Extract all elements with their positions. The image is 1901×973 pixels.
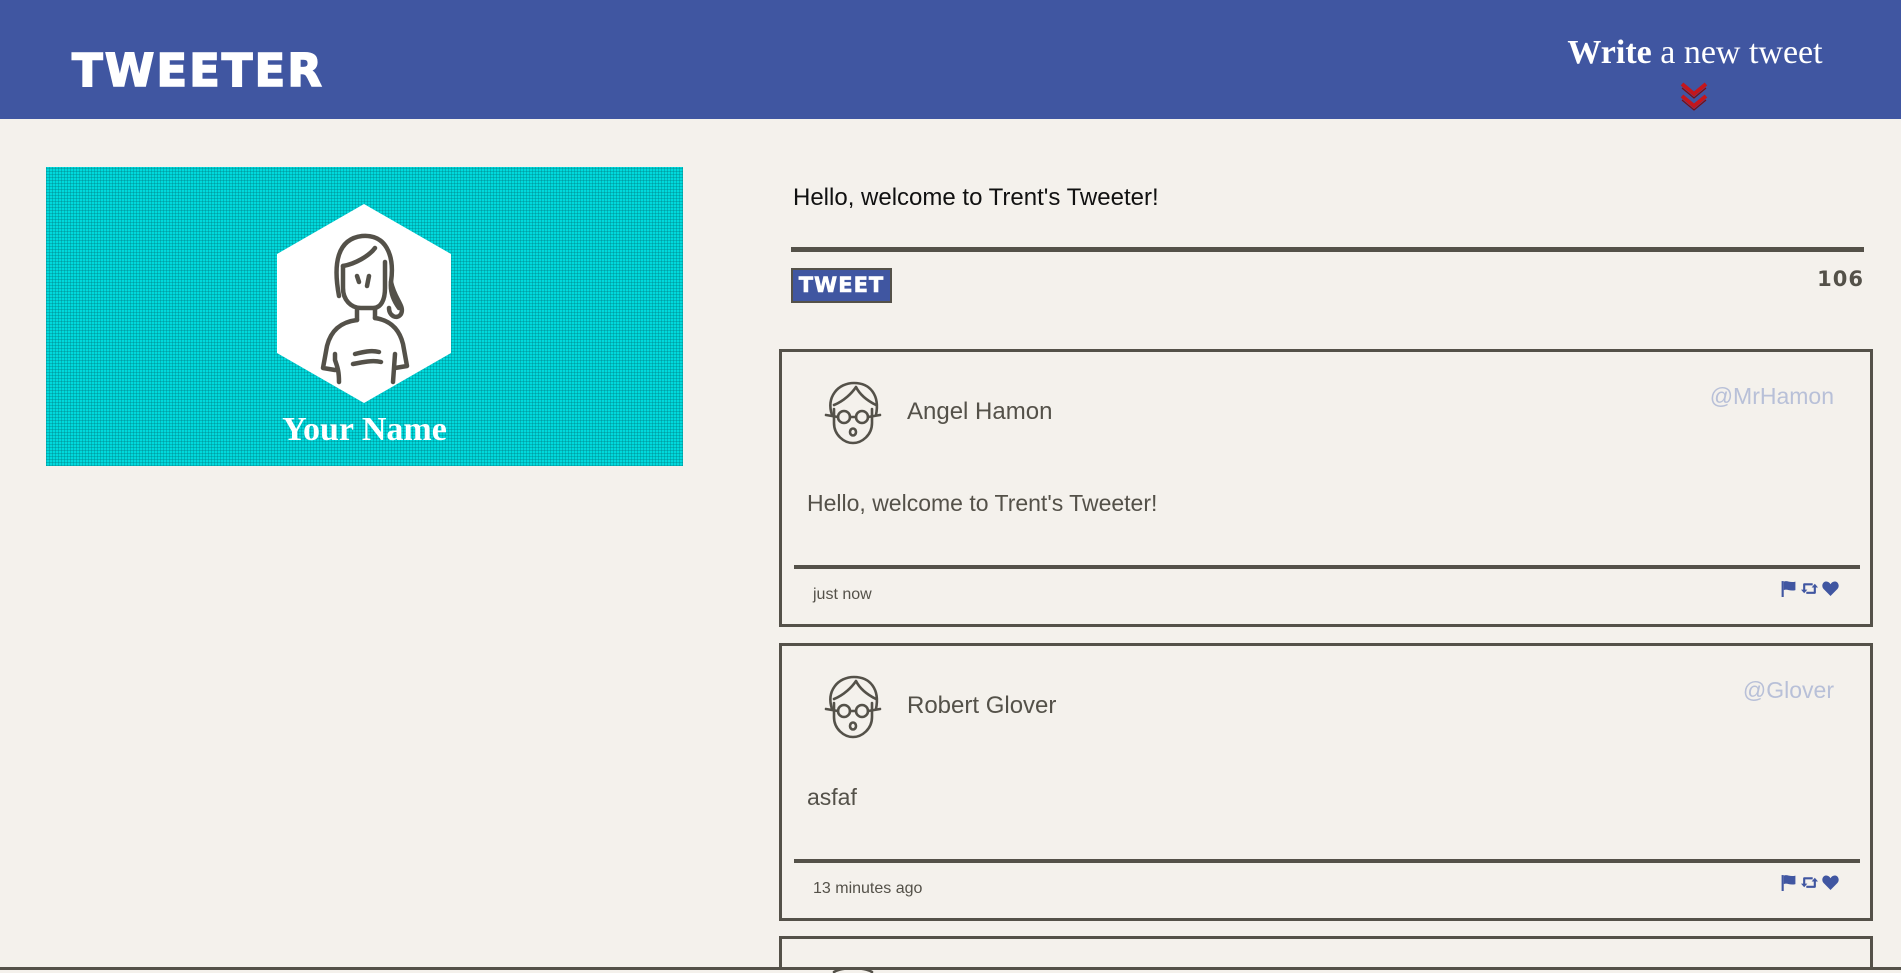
flag-icon[interactable] [1780, 580, 1797, 597]
tweet-card: Robert Glover @Glover asfaf 13 minutes a… [779, 643, 1873, 921]
profile-name: Your Name [282, 411, 447, 448]
tweet-composer-input[interactable]: Hello, welcome to Trent's Tweeter! [793, 184, 1159, 213]
tweet-user-name: Angel Hamon [907, 398, 1053, 425]
tweet-actions [1780, 579, 1839, 597]
profile-card: Your Name [46, 167, 683, 466]
man-with-glasses-avatar-icon [824, 675, 882, 739]
character-counter: 106 [1817, 267, 1864, 291]
top-navbar: TWEETER Write a new tweet [0, 0, 1901, 119]
tweet-timestamp: 13 minutes ago [813, 880, 923, 897]
woman-avatar-icon [277, 204, 451, 403]
tweet-user-handle: @Glover [1742, 677, 1834, 703]
tweet-timestamp: just now [813, 586, 872, 603]
man-with-glasses-avatar-icon [824, 381, 882, 445]
tweet-card: Angel Hamon @MrHamon Hello, welcome to T… [779, 349, 1873, 627]
heart-icon[interactable] [1822, 580, 1839, 597]
tweet-actions [1780, 873, 1839, 891]
write-new-tweet-link[interactable]: Write a new tweet [1558, 36, 1832, 70]
write-link-rest: a new tweet [1651, 34, 1823, 71]
tweet-divider [794, 859, 1860, 863]
tweet-content: Hello, welcome to Trent's Tweeter! [807, 490, 1158, 516]
flag-icon[interactable] [1780, 874, 1797, 891]
retweet-icon[interactable] [1801, 580, 1818, 597]
tweet-content: asfaf [807, 784, 857, 810]
tweet-button[interactable]: TWEET [791, 268, 892, 303]
retweet-icon[interactable] [1801, 874, 1818, 891]
double-chevron-down-icon[interactable] [1679, 80, 1709, 114]
write-link-bold: Write [1567, 34, 1652, 71]
tweet-card [779, 936, 1873, 973]
tweet-user-handle: @MrHamon [1709, 383, 1834, 409]
tweet-divider [794, 565, 1860, 569]
tweet-user-name: Robert Glover [907, 692, 1057, 719]
composer-divider [791, 247, 1864, 252]
brand-logo[interactable]: TWEETER [71, 47, 324, 94]
heart-icon[interactable] [1822, 874, 1839, 891]
